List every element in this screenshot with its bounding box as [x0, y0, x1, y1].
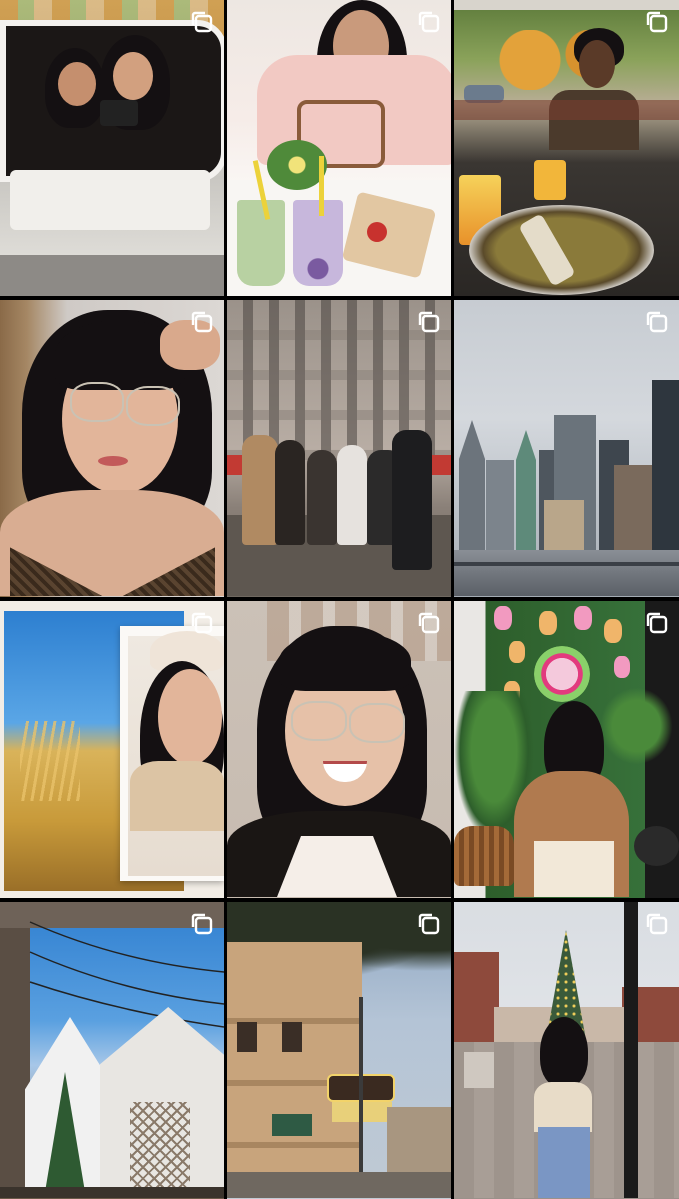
multiple-posts-icon: [189, 9, 215, 35]
post-string-lights-tent[interactable]: [0, 902, 224, 1199]
post-christmas-tree-plaza[interactable]: [454, 902, 679, 1199]
post-boba-mural[interactable]: [454, 601, 679, 898]
post-patio-brunch[interactable]: [454, 0, 679, 296]
multiple-posts-icon: [189, 610, 215, 636]
multiple-posts-icon: [416, 610, 442, 636]
multiple-posts-icon: [644, 911, 670, 937]
multiple-posts-icon: [416, 9, 442, 35]
multiple-posts-icon: [644, 9, 670, 35]
post-smile-selfie[interactable]: [227, 601, 451, 898]
multiple-posts-icon: [644, 309, 670, 335]
multiple-posts-icon: [189, 911, 215, 937]
post-theatre-street[interactable]: [227, 902, 451, 1199]
post-bedroom-selfie[interactable]: [0, 300, 224, 597]
post-wheat-field-frame[interactable]: [0, 601, 224, 898]
post-mirror-selfie[interactable]: [0, 0, 224, 296]
post-city-skyline[interactable]: [454, 300, 679, 597]
post-group-photo[interactable]: [227, 300, 451, 597]
multiple-posts-icon: [189, 309, 215, 335]
multiple-posts-icon: [416, 911, 442, 937]
multiple-posts-icon: [416, 309, 442, 335]
post-boba-drinks[interactable]: [227, 0, 451, 296]
profile-posts-grid: [0, 0, 679, 1199]
multiple-posts-icon: [644, 610, 670, 636]
